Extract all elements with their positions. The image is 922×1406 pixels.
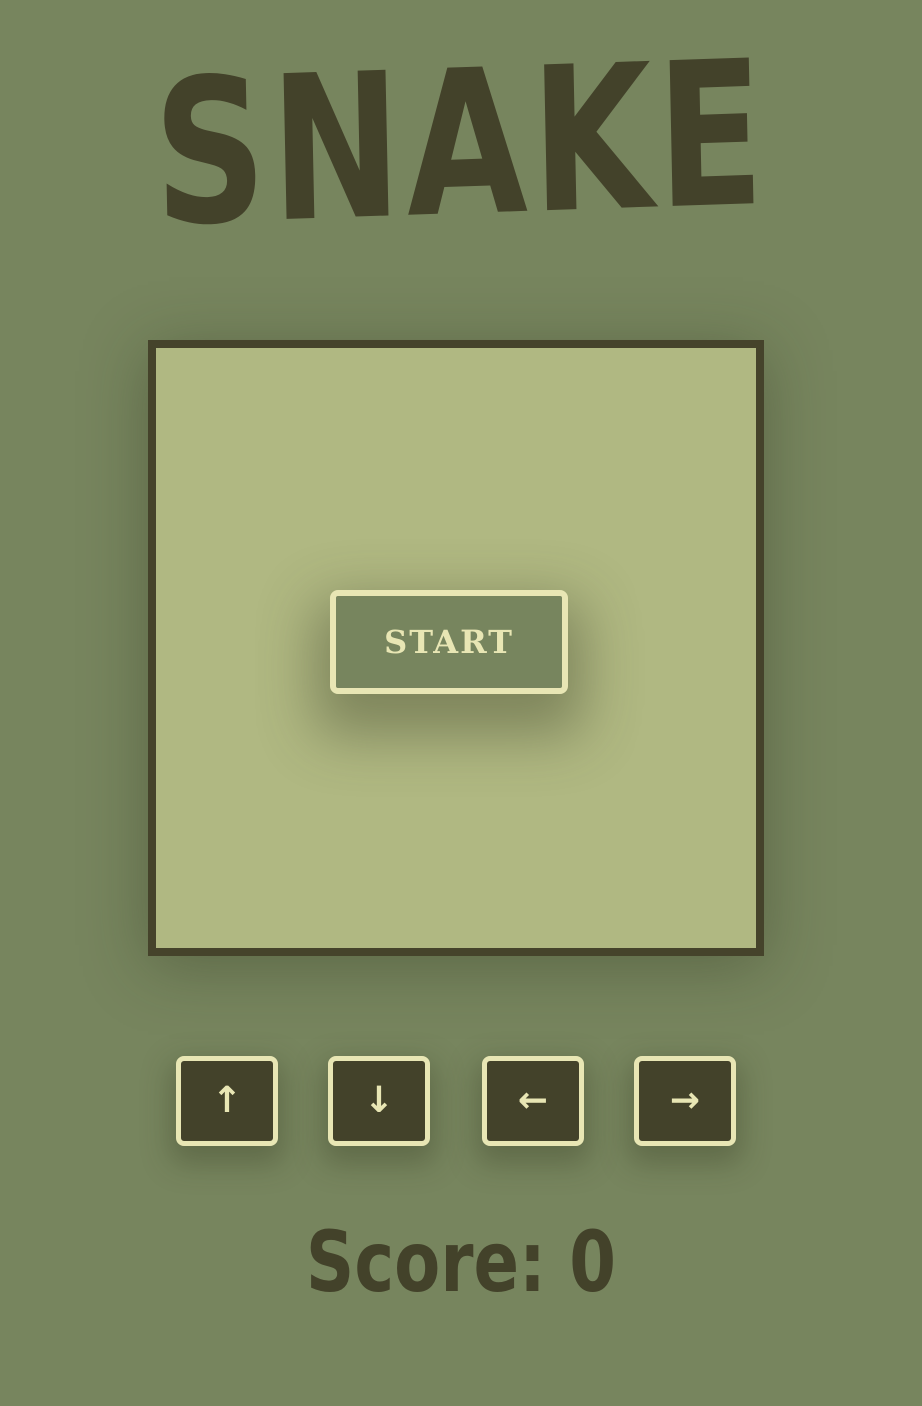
right-arrow-button[interactable]: → — [634, 1056, 736, 1146]
down-arrow-button[interactable]: ↓ — [328, 1056, 430, 1146]
game-board[interactable]: START — [148, 340, 764, 956]
up-arrow-button[interactable]: ↑ — [176, 1056, 278, 1146]
score-display: Score: 0 — [305, 1213, 617, 1311]
game-title: SNAKE — [151, 17, 771, 272]
left-arrow-button[interactable]: ← — [482, 1056, 584, 1146]
start-button[interactable]: START — [330, 590, 568, 694]
